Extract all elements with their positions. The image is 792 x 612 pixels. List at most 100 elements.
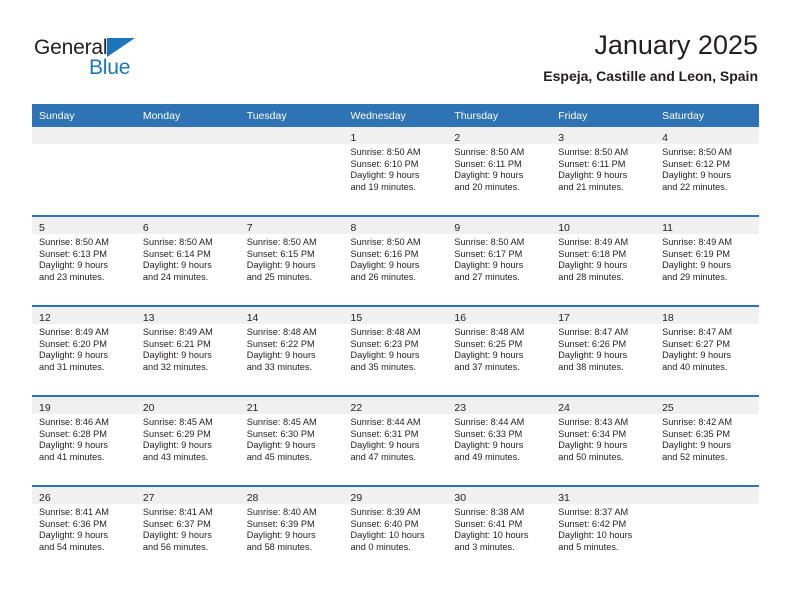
calendar-week-row: 5 Sunrise: 8:50 AM Sunset: 6:13 PM Daylight… — [32, 215, 759, 306]
calendar-day-cell[interactable]: 22 Sunrise: 8:44 AM Sunset: 6:31 PM Dayligh… — [343, 395, 448, 486]
daylight-text-line2: and 35 minutes. — [350, 361, 416, 372]
daylight-text-line2: and 50 minutes. — [558, 451, 624, 462]
calendar-day-cell[interactable]: 23 Sunrise: 8:44 AM Sunset: 6:33 PM Dayligh… — [447, 395, 552, 486]
calendar-day-cell[interactable]: 19 Sunrise: 8:46 AM Sunset: 6:28 PM Dayligh… — [32, 395, 136, 486]
day-number-band: 1 — [343, 127, 448, 144]
calendar-day-cell[interactable]: 29 Sunrise: 8:39 AM Sunset: 6:40 PM Dayligh… — [343, 485, 448, 575]
sunrise-text: Sunrise: 8:46 AM — [39, 417, 109, 427]
calendar-day-cell[interactable]: 18 Sunrise: 8:47 AM Sunset: 6:27 PM Dayligh… — [655, 305, 759, 396]
calendar-day-cell[interactable]: 20 Sunrise: 8:45 AM Sunset: 6:29 PM Dayligh… — [135, 395, 240, 486]
day-cell-content: 23 Sunrise: 8:44 AM Sunset: 6:33 PM Dayligh… — [447, 397, 552, 485]
day-details: Sunrise: 8:50 AM Sunset: 6:13 PM Daylight:… — [32, 234, 136, 283]
calendar-day-cell[interactable]: 25 Sunrise: 8:42 AM Sunset: 6:35 PM Dayligh… — [655, 395, 759, 486]
day-number-band: 18 — [655, 307, 759, 324]
day-number: 10 — [558, 222, 570, 234]
day-cell-content: 11 Sunrise: 8:49 AM Sunset: 6:19 PM Dayligh… — [655, 217, 759, 305]
day-details: Sunrise: 8:37 AM Sunset: 6:42 PM Daylight:… — [551, 504, 655, 553]
day-number: 20 — [142, 402, 155, 414]
calendar-day-cell[interactable]: 13 Sunrise: 8:49 AM Sunset: 6:21 PM Dayligh… — [135, 305, 240, 396]
daylight-text-line1: Daylight: 9 hours — [142, 530, 212, 541]
calendar-day-cell[interactable]: 1 Sunrise: 8:50 AM Sunset: 6:10 PM Daylight… — [343, 127, 448, 216]
day-details: Sunrise: 8:50 AM Sunset: 6:11 PM Daylight:… — [551, 144, 655, 193]
sunset-text: Sunset: 6:16 PM — [350, 248, 419, 259]
day-details: Sunrise: 8:49 AM Sunset: 6:21 PM Daylight:… — [136, 324, 240, 373]
day-details: Sunrise: 8:43 AM Sunset: 6:34 PM Daylight:… — [551, 414, 655, 463]
calendar-day-cell[interactable]: 11 Sunrise: 8:49 AM Sunset: 6:19 PM Dayligh… — [655, 215, 759, 306]
sunset-text: Sunset: 6:22 PM — [246, 338, 315, 349]
daylight-text-line2: and 22 minutes. — [662, 181, 728, 192]
day-number-band: 17 — [551, 307, 656, 324]
title-block: January 2025 Espeja, Castille and Leon, … — [543, 28, 758, 86]
day-cell-content — [32, 127, 136, 215]
day-cell-content: 17 Sunrise: 8:47 AM Sunset: 6:26 PM Dayligh… — [551, 307, 656, 395]
calendar-day-cell[interactable]: 17 Sunrise: 8:47 AM Sunset: 6:26 PM Dayligh… — [551, 305, 656, 396]
weekday-header-saturday: Saturday — [655, 104, 759, 127]
calendar-day-cell[interactable]: 14 Sunrise: 8:48 AM Sunset: 6:22 PM Dayligh… — [239, 305, 344, 396]
calendar-day-cell[interactable]: 4 Sunrise: 8:50 AM Sunset: 6:12 PM Daylight… — [655, 127, 759, 216]
day-number: 16 — [454, 312, 467, 324]
day-cell-content: 14 Sunrise: 8:48 AM Sunset: 6:22 PM Dayligh… — [239, 307, 344, 395]
calendar-day-cell[interactable]: 28 Sunrise: 8:40 AM Sunset: 6:39 PM Dayligh… — [239, 485, 344, 575]
day-cell-content: 2 Sunrise: 8:50 AM Sunset: 6:11 PM Daylight… — [447, 127, 552, 215]
day-number-band: 24 — [551, 397, 656, 414]
daylight-text-line1: Daylight: 9 hours — [454, 260, 524, 271]
calendar-day-cell[interactable]: 6 Sunrise: 8:50 AM Sunset: 6:14 PM Daylight… — [135, 215, 240, 306]
sunrise-text: Sunrise: 8:38 AM — [454, 507, 525, 517]
sunset-text: Sunset: 6:10 PM — [350, 158, 419, 169]
day-cell-content: 30 Sunrise: 8:38 AM Sunset: 6:41 PM Dayligh… — [447, 487, 552, 575]
sunset-text: Sunset: 6:13 PM — [39, 248, 107, 259]
day-number: 26 — [39, 492, 51, 504]
daylight-text-line2: and 43 minutes. — [142, 451, 209, 462]
calendar-day-cell[interactable]: 7 Sunrise: 8:50 AM Sunset: 6:15 PM Daylight… — [239, 215, 344, 306]
calendar-day-cell[interactable]: 15 Sunrise: 8:48 AM Sunset: 6:23 PM Dayligh… — [343, 305, 448, 396]
sunrise-text: Sunrise: 8:49 AM — [142, 327, 213, 337]
calendar-day-cell[interactable]: 8 Sunrise: 8:50 AM Sunset: 6:16 PM Daylight… — [343, 215, 448, 306]
day-number: 15 — [350, 312, 363, 324]
daylight-text-line2: and 27 minutes. — [454, 271, 520, 282]
daylight-text-line2: and 56 minutes. — [142, 541, 209, 552]
day-details: Sunrise: 8:49 AM Sunset: 6:18 PM Daylight:… — [551, 234, 655, 283]
day-number: 11 — [662, 222, 673, 234]
day-number-band: 11 — [655, 217, 759, 234]
calendar-day-cell[interactable]: 10 Sunrise: 8:49 AM Sunset: 6:18 PM Dayligh… — [551, 215, 656, 306]
calendar-day-cell[interactable]: 26 Sunrise: 8:41 AM Sunset: 6:36 PM Dayligh… — [32, 485, 136, 575]
day-number: 21 — [246, 402, 259, 414]
sunset-text: Sunset: 6:34 PM — [558, 428, 627, 439]
calendar-week-row: 12 Sunrise: 8:49 AM Sunset: 6:20 PM Dayligh… — [32, 305, 759, 396]
calendar-day-cell[interactable]: 3 Sunrise: 8:50 AM Sunset: 6:11 PM Daylight… — [551, 127, 656, 216]
day-cell-content: 6 Sunrise: 8:50 AM Sunset: 6:14 PM Daylight… — [135, 217, 240, 305]
day-cell-content — [239, 127, 344, 215]
day-number-band: 31 — [551, 487, 656, 504]
day-number-band: 29 — [343, 487, 448, 504]
sunset-text: Sunset: 6:42 PM — [558, 518, 627, 529]
calendar-page: General Blue January 2025 Espeja, Castil… — [0, 0, 792, 612]
daylight-text-line1: Daylight: 10 hours — [558, 530, 633, 541]
calendar-day-cell[interactable]: 16 Sunrise: 8:48 AM Sunset: 6:25 PM Dayligh… — [447, 305, 552, 396]
sunset-text: Sunset: 6:12 PM — [662, 158, 730, 169]
sunset-text: Sunset: 6:40 PM — [350, 518, 419, 529]
day-cell-content: 26 Sunrise: 8:41 AM Sunset: 6:36 PM Dayligh… — [32, 487, 136, 575]
sunset-text: Sunset: 6:25 PM — [454, 338, 523, 349]
sunrise-text: Sunrise: 8:40 AM — [246, 507, 317, 517]
calendar-day-cell[interactable]: 2 Sunrise: 8:50 AM Sunset: 6:11 PM Daylight… — [447, 127, 552, 216]
calendar-day-cell[interactable]: 21 Sunrise: 8:45 AM Sunset: 6:30 PM Dayligh… — [239, 395, 344, 486]
calendar-day-cell[interactable]: 30 Sunrise: 8:38 AM Sunset: 6:41 PM Dayligh… — [447, 485, 552, 575]
calendar-body: 1 Sunrise: 8:50 AM Sunset: 6:10 PM Daylight… — [32, 127, 759, 575]
day-details: Sunrise: 8:50 AM Sunset: 6:11 PM Daylight:… — [447, 144, 551, 193]
calendar-day-cell[interactable]: 31 Sunrise: 8:37 AM Sunset: 6:42 PM Dayligh… — [551, 485, 656, 575]
daylight-text-line1: Daylight: 9 hours — [39, 530, 108, 541]
calendar-day-cell[interactable]: 5 Sunrise: 8:50 AM Sunset: 6:13 PM Daylight… — [32, 215, 136, 306]
calendar-day-cell[interactable]: 24 Sunrise: 8:43 AM Sunset: 6:34 PM Dayligh… — [551, 395, 656, 486]
sunrise-text: Sunrise: 8:49 AM — [558, 237, 629, 247]
calendar-day-cell[interactable]: 27 Sunrise: 8:41 AM Sunset: 6:37 PM Dayligh… — [135, 485, 240, 575]
day-details: Sunrise: 8:50 AM Sunset: 6:15 PM Daylight:… — [240, 234, 344, 283]
daylight-text-line1: Daylight: 9 hours — [350, 440, 420, 451]
calendar-day-cell[interactable]: 9 Sunrise: 8:50 AM Sunset: 6:17 PM Daylight… — [447, 215, 552, 306]
page-header: General Blue January 2025 Espeja, Castil… — [34, 28, 758, 94]
sunrise-text: Sunrise: 8:50 AM — [39, 237, 109, 247]
daylight-text-line2: and 3 minutes. — [454, 541, 515, 552]
day-cell-content: 15 Sunrise: 8:48 AM Sunset: 6:23 PM Dayligh… — [343, 307, 448, 395]
calendar-day-cell[interactable]: 12 Sunrise: 8:49 AM Sunset: 6:20 PM Dayligh… — [32, 305, 136, 396]
daylight-text-line1: Daylight: 9 hours — [39, 440, 108, 451]
day-number: 30 — [454, 492, 467, 504]
